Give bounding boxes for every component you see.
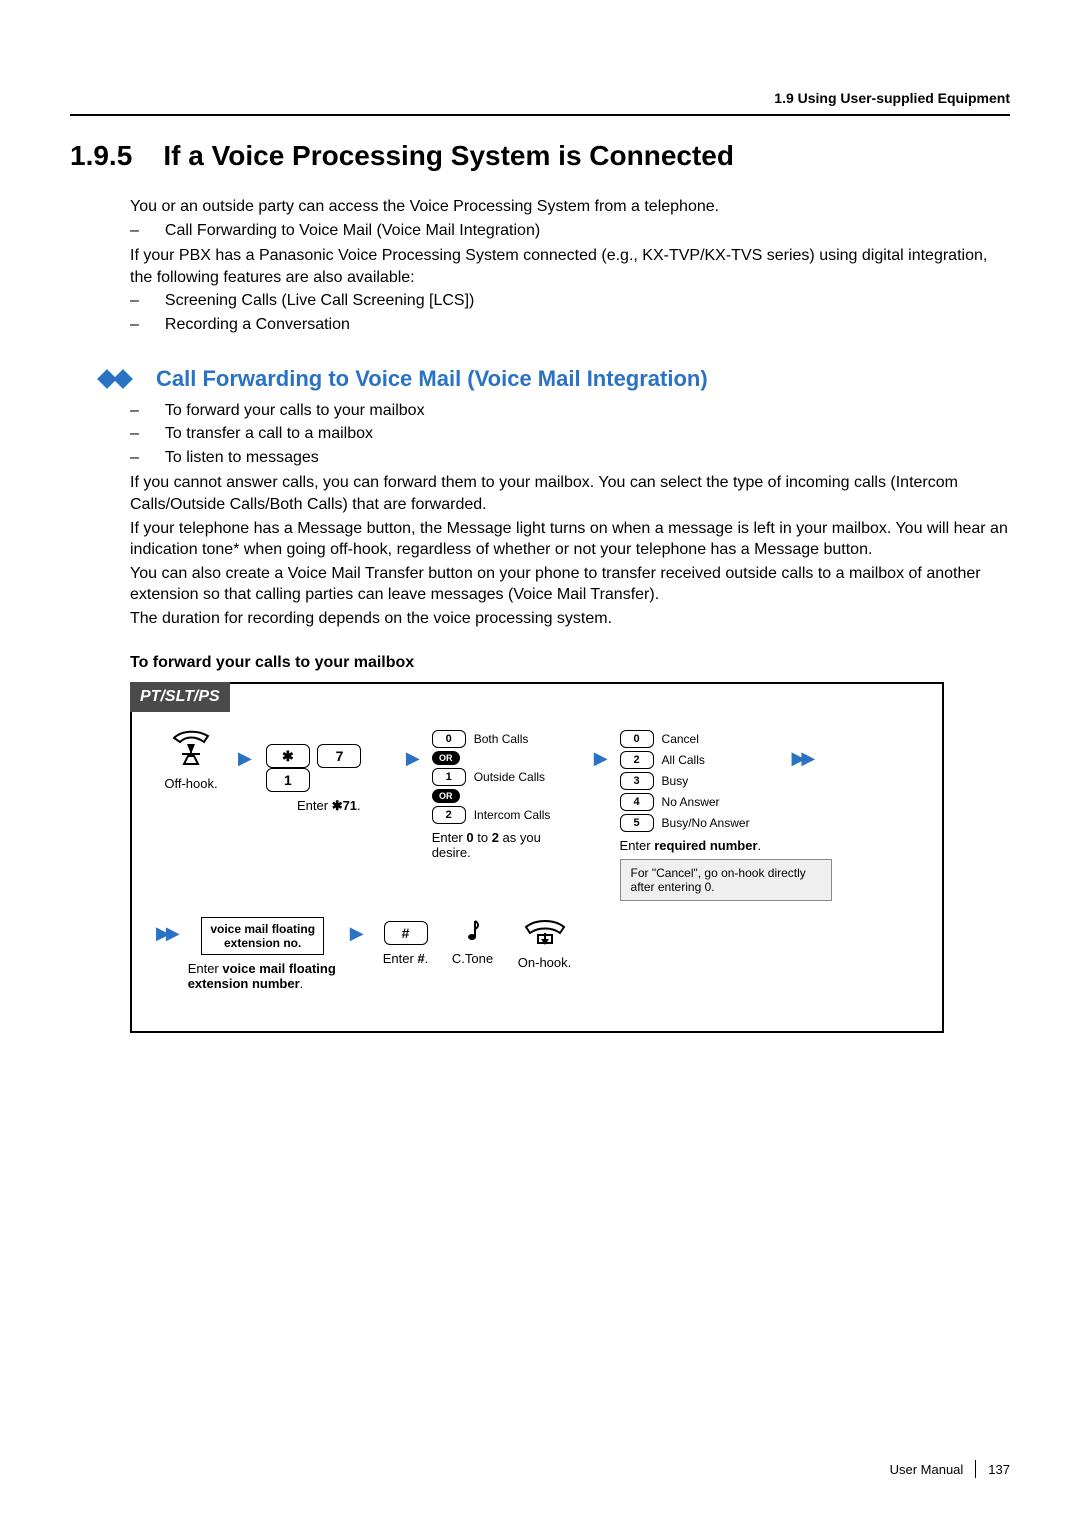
- key-0: 0: [620, 730, 654, 748]
- cancel-note: For "Cancel", go on-hook directly after …: [620, 859, 832, 901]
- opts2-cell: 0 Cancel 2 All Calls 3 Busy 4 No Answer 5 Bus…: [620, 730, 780, 901]
- or-pill: OR: [432, 789, 460, 803]
- key-1: 1: [266, 768, 310, 792]
- key-7: 7: [317, 744, 361, 768]
- opt-label: Cancel: [662, 732, 699, 746]
- vm-ext-cell: voice mail floating extension no. Enter …: [188, 917, 338, 992]
- key-5: 5: [620, 814, 654, 832]
- keys-cell: ✱ 7 1 Enter ✱71.: [264, 730, 394, 815]
- tone-icon: [461, 917, 485, 945]
- vm-ext-box: voice mail floating extension no.: [201, 917, 324, 956]
- intro-bullet-1: Call Forwarding to Voice Mail (Voice Mai…: [130, 220, 1010, 242]
- onhook-cell: On-hook.: [510, 917, 580, 970]
- or-pill: OR: [432, 751, 460, 765]
- hash-cell: # Enter #.: [376, 917, 436, 966]
- section-text: If a Voice Processing System is Connecte…: [163, 140, 734, 171]
- enter71-caption: Enter ✱71.: [297, 798, 361, 814]
- key-2: 2: [620, 751, 654, 769]
- intro-p1: You or an outside party can access the V…: [130, 196, 1010, 218]
- footer-manual: User Manual: [890, 1462, 964, 1477]
- offhook-caption: Off-hook.: [164, 776, 217, 791]
- para-3: You can also create a Voice Mail Transfe…: [130, 563, 1010, 606]
- opt-label: Both Calls: [474, 732, 529, 746]
- hash-caption: Enter #.: [383, 951, 429, 966]
- key-2: 2: [432, 806, 466, 824]
- opt-label: Busy/No Answer: [662, 816, 750, 830]
- arrow-icon: ▶: [594, 748, 608, 769]
- header-rule: [70, 114, 1010, 116]
- offhook-icon: [168, 730, 214, 770]
- intro-block: You or an outside party can access the V…: [130, 196, 1010, 336]
- footer-page: 137: [988, 1462, 1010, 1477]
- subheading-row: Call Forwarding to Voice Mail (Voice Mai…: [70, 366, 1010, 392]
- flow-row-1: Off-hook. ▶ ✱ 7 1 Enter ✱71. ▶: [156, 730, 918, 901]
- onhook-caption: On-hook.: [518, 955, 571, 970]
- subheading: Call Forwarding to Voice Mail (Voice Mai…: [156, 366, 708, 392]
- flowchart-box: PT/SLT/PS Off-hook.: [130, 682, 944, 1034]
- key-4: 4: [620, 793, 654, 811]
- sub-bullet-3: To listen to messages: [130, 447, 1010, 469]
- ctone-cell: C.Tone: [448, 917, 498, 966]
- arrow-icon: ▶: [238, 748, 252, 769]
- para-2: If your telephone has a Message button, …: [130, 518, 1010, 561]
- flow-header: PT/SLT/PS: [130, 682, 230, 712]
- opts1-cell: 0 Both Calls OR 1 Outside Calls OR 2 Interc…: [432, 730, 582, 860]
- para-4: The duration for recording depends on th…: [130, 608, 1010, 630]
- intro-bullet-2: Screening Calls (Live Call Screening [LC…: [130, 290, 1010, 312]
- offhook-cell: Off-hook.: [156, 730, 226, 791]
- ctone-caption: C.Tone: [452, 951, 493, 966]
- instruction-title: To forward your calls to your mailbox: [130, 654, 1010, 672]
- diamond-bullet-icon: [70, 372, 156, 386]
- opts1-caption: Enter 0 to 2 as you desire.: [432, 830, 582, 860]
- document-page: 1.9 Using User-supplied Equipment 1.9.5 …: [0, 0, 1080, 1528]
- arrow-icon: ▶: [406, 748, 420, 769]
- para-1: If you cannot answer calls, you can forw…: [130, 472, 1010, 515]
- key-0: 0: [432, 730, 466, 748]
- key-1: 1: [432, 768, 466, 786]
- key-hash: #: [384, 921, 428, 945]
- section-number: 1.9.5: [70, 140, 132, 171]
- flow-body: Off-hook. ▶ ✱ 7 1 Enter ✱71. ▶: [132, 712, 942, 1032]
- arrow-double-icon: ▶▶: [792, 748, 812, 769]
- sub-bullet-1: To forward your calls to your mailbox: [130, 400, 1010, 422]
- opt-label: Intercom Calls: [474, 808, 551, 822]
- running-header: 1.9 Using User-supplied Equipment: [70, 90, 1010, 106]
- onhook-icon: [520, 917, 570, 949]
- sub-block: To forward your calls to your mailbox To…: [130, 400, 1010, 630]
- section-title: 1.9.5 If a Voice Processing System is Co…: [70, 140, 1010, 172]
- opts2-caption: Enter required number.: [620, 838, 762, 853]
- vm-ext-caption: Enter voice mail floating extension numb…: [188, 961, 338, 991]
- flow-row-2: ▶▶ voice mail floating extension no. Ent…: [156, 917, 918, 992]
- page-footer: User Manual 137: [890, 1460, 1010, 1478]
- arrow-icon: ▶: [350, 923, 364, 944]
- key-3: 3: [620, 772, 654, 790]
- arrow-double-icon: ▶▶: [156, 923, 176, 944]
- opt-label: No Answer: [662, 795, 720, 809]
- opt-label: All Calls: [662, 753, 705, 767]
- footer-separator: [975, 1460, 976, 1478]
- sub-bullet-2: To transfer a call to a mailbox: [130, 423, 1010, 445]
- opt-label: Busy: [662, 774, 689, 788]
- intro-bullet-3: Recording a Conversation: [130, 314, 1010, 336]
- intro-p2: If your PBX has a Panasonic Voice Proces…: [130, 245, 1010, 288]
- opt-label: Outside Calls: [474, 770, 545, 784]
- key-star: ✱: [266, 744, 310, 768]
